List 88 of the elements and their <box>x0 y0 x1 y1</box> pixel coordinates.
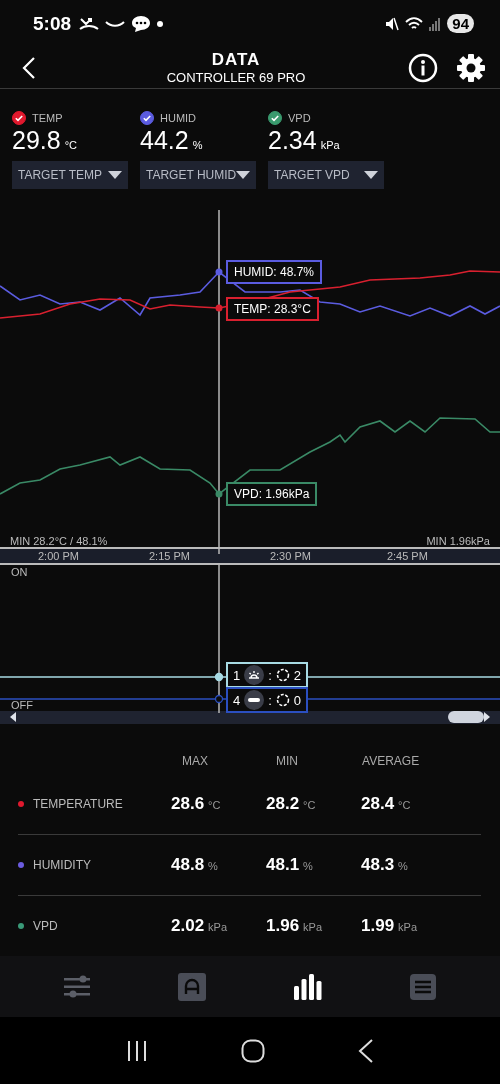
value-tooltip: VPD: 1.96kPa <box>226 481 318 506</box>
stat-value: 48.1 <box>266 855 300 876</box>
sensor-value: 44.2 <box>140 126 189 156</box>
separator: : <box>268 667 272 683</box>
caret-icon <box>364 171 378 180</box>
sliders-icon[interactable] <box>64 974 90 999</box>
stat-value: 48.8 <box>171 855 205 876</box>
target-dropdown[interactable]: TARGET VPD <box>268 161 384 190</box>
min-label: MIN 1.96kPa <box>426 535 490 548</box>
cursor-line[interactable] <box>218 565 220 714</box>
stat-value: 1.99 <box>361 916 395 937</box>
missed-call-icon <box>79 16 100 31</box>
checked-icon[interactable] <box>12 111 26 126</box>
outlet-icon <box>244 690 265 711</box>
level-value: 0 <box>293 692 302 708</box>
speed-icon <box>275 693 290 708</box>
stat-value: 48.3 <box>361 855 395 876</box>
caret-icon <box>108 171 122 180</box>
column-header: AVERAGE <box>362 754 420 771</box>
page-title: DATA <box>211 50 261 71</box>
min-label: MIN 28.2°C / 48.1% <box>10 535 108 548</box>
stat-unit: °C <box>208 799 221 812</box>
stat-value: 28.2 <box>266 794 300 815</box>
mute-icon <box>385 16 400 31</box>
level-value: 2 <box>293 667 302 683</box>
port-number: 4 <box>233 692 241 708</box>
info-icon[interactable] <box>408 52 438 83</box>
stat-unit: % <box>303 860 313 873</box>
device-name: CONTROLLER 69 PRO <box>166 70 306 86</box>
sensor-value: 29.8 <box>12 126 61 156</box>
metric-name: TEMPERATURE <box>33 797 123 812</box>
time-label: 2:00 PM <box>38 550 79 563</box>
stat-value: 2.02 <box>171 916 205 937</box>
sensor-label: TEMP <box>32 112 63 125</box>
chat-icon <box>131 14 152 33</box>
stat-value: 28.6 <box>171 794 205 815</box>
off-label: OFF <box>11 699 33 711</box>
column-header: MAX <box>182 754 208 771</box>
battery-level: 94 <box>447 14 474 34</box>
value-tooltip: HUMID: 48.7% <box>226 259 323 284</box>
separator: : <box>268 692 272 708</box>
back-icon[interactable] <box>357 1038 374 1063</box>
data-point <box>215 490 223 498</box>
speed-icon <box>275 668 290 683</box>
target-dropdown[interactable]: TARGET TEMP <box>12 161 128 190</box>
stat-unit: kPa <box>398 921 418 934</box>
signal-icon <box>429 16 442 31</box>
column-header: MIN <box>276 754 298 771</box>
grow-light-icon <box>244 665 265 686</box>
port-number: 1 <box>233 667 241 683</box>
sensor-unit: °C <box>64 139 77 152</box>
sensor-label: HUMID <box>160 112 197 125</box>
wifi-icon <box>405 16 424 31</box>
stat-value: 28.4 <box>361 794 395 815</box>
sensor-unit: % <box>192 139 203 152</box>
on-label: ON <box>11 566 28 579</box>
chart-scrollbar[interactable] <box>0 710 500 725</box>
scroll-thumb[interactable] <box>448 711 484 724</box>
settings-icon[interactable] <box>456 52 486 83</box>
clock: 5:08 <box>33 12 72 35</box>
value-tooltip: TEMP: 28.3°C <box>226 296 319 321</box>
time-label: 2:45 PM <box>386 550 428 563</box>
stat-unit: kPa <box>208 921 228 934</box>
home-icon[interactable] <box>241 1038 265 1063</box>
stat-unit: °C <box>303 799 316 812</box>
smile-icon <box>105 18 126 29</box>
time-label: 2:30 PM <box>269 550 311 563</box>
metric-name: VPD <box>33 919 58 934</box>
stat-unit: % <box>208 860 218 873</box>
recent-apps-icon[interactable] <box>126 1039 149 1062</box>
bar-chart-icon[interactable] <box>294 973 322 1000</box>
stat-unit: kPa <box>303 921 323 934</box>
data-point <box>215 268 223 276</box>
sensor-value: 2.34 <box>268 126 317 156</box>
metric-name: HUMIDITY <box>33 858 91 873</box>
target-dropdown[interactable]: TARGET HUMID <box>140 161 256 190</box>
stat-value: 1.96 <box>266 916 300 937</box>
scroll-left-icon[interactable] <box>10 712 16 723</box>
data-point <box>215 304 223 312</box>
stat-unit: °C <box>398 799 411 812</box>
caret-icon <box>236 171 251 180</box>
dot-icon <box>157 20 164 27</box>
sensor-label: VPD <box>288 112 311 125</box>
time-label: 2:15 PM <box>148 550 190 563</box>
checked-icon[interactable] <box>268 111 282 126</box>
sensor-unit: kPa <box>320 139 340 152</box>
checked-icon[interactable] <box>140 111 154 126</box>
stat-unit: % <box>398 860 408 873</box>
